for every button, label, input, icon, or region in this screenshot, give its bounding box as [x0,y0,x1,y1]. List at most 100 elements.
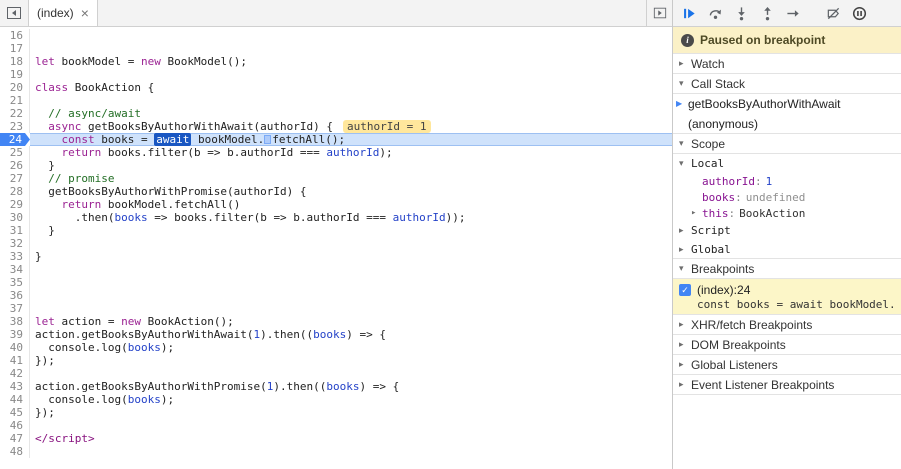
code-line-25[interactable]: 25 return books.filter(b => b.authorId =… [0,146,672,159]
line-number-23[interactable]: 23 [0,120,30,133]
section-watch[interactable]: ▸ Watch [673,53,901,74]
resume-button[interactable] [676,1,702,25]
scope-local-header[interactable]: ▾ Local [673,154,901,173]
line-number-48[interactable]: 48 [0,445,30,458]
section-event-listener-breakpoints[interactable]: ▸ Event Listener Breakpoints [673,374,901,395]
line-number-37[interactable]: 37 [0,302,30,315]
code-line-17[interactable]: 17 [0,42,672,55]
tab-close-icon[interactable]: × [81,6,89,20]
step-button[interactable] [780,1,806,25]
code-line-34[interactable]: 34 [0,263,672,276]
line-number-40[interactable]: 40 [0,341,30,354]
section-scope[interactable]: ▾ Scope [673,133,901,154]
code-line-37[interactable]: 37 [0,302,672,315]
editor-pane: (index) × 161718let bookModel = new Book… [0,0,672,469]
line-number-27[interactable]: 27 [0,172,30,185]
code-line-48[interactable]: 48 [0,445,672,458]
code-line-24[interactable]: 24 const books = await bookModel.fetchAl… [0,133,672,146]
line-number-39[interactable]: 39 [0,328,30,341]
code-line-20[interactable]: 20class BookAction { [0,81,672,94]
line-number-20[interactable]: 20 [0,81,30,94]
line-number-22[interactable]: 22 [0,107,30,120]
section-dom-breakpoints[interactable]: ▸ DOM Breakpoints [673,334,901,355]
breakpoint-location[interactable]: (index):24 [697,283,750,297]
breakpoint-checkbox[interactable]: ✓ [679,284,691,296]
code-line-38[interactable]: 38let action = new BookAction(); [0,315,672,328]
code-line-44[interactable]: 44 console.log(books); [0,393,672,406]
line-number-18[interactable]: 18 [0,55,30,68]
call-stack-frame-current[interactable]: ▶ getBooksByAuthorWithAwait [673,94,901,114]
code-line-41[interactable]: 41}); [0,354,672,367]
line-number-43[interactable]: 43 [0,380,30,393]
code-line-45[interactable]: 45}); [0,406,672,419]
line-number-26[interactable]: 26 [0,159,30,172]
code-line-23[interactable]: 23 async getBooksByAuthorWithAwait(autho… [0,120,672,133]
step-target-marker[interactable] [264,135,271,144]
line-number-30[interactable]: 30 [0,211,30,224]
code-line-35[interactable]: 35 [0,276,672,289]
line-number-41[interactable]: 41 [0,354,30,367]
scope-var-this[interactable]: ▸ this:BookAction [673,205,901,221]
section-global-listeners[interactable]: ▸ Global Listeners [673,354,901,375]
code-area[interactable]: 161718let bookModel = new BookModel();19… [0,27,672,469]
code-line-19[interactable]: 19 [0,68,672,81]
code-line-26[interactable]: 26 } [0,159,672,172]
line-number-25[interactable]: 25 [0,146,30,159]
line-number-45[interactable]: 45 [0,406,30,419]
panel-arrow-icon[interactable] [646,0,672,26]
line-number-34[interactable]: 34 [0,263,30,276]
line-number-19[interactable]: 19 [0,68,30,81]
line-number-35[interactable]: 35 [0,276,30,289]
line-number-29[interactable]: 29 [0,198,30,211]
code-line-28[interactable]: 28 getBooksByAuthorWithPromise(authorId)… [0,185,672,198]
scope-global-header[interactable]: ▸ Global [673,240,901,259]
step-into-button[interactable] [728,1,754,25]
line-number-16[interactable]: 16 [0,29,30,42]
code-line-46[interactable]: 46 [0,419,672,432]
breakpoint-entry[interactable]: ✓ (index):24 const books = await bookMod… [673,279,901,315]
code-line-47[interactable]: 47</script> [0,432,672,445]
code-line-42[interactable]: 42 [0,367,672,380]
step-out-button[interactable] [754,1,780,25]
code-line-27[interactable]: 27 // promise [0,172,672,185]
code-line-39[interactable]: 39action.getBooksByAuthorWithAwait(1).th… [0,328,672,341]
code-line-30[interactable]: 30 .then(books => books.filter(b => b.au… [0,211,672,224]
code-line-32[interactable]: 32 [0,237,672,250]
line-number-21[interactable]: 21 [0,94,30,107]
line-number-44[interactable]: 44 [0,393,30,406]
section-xhr-breakpoints[interactable]: ▸ XHR/fetch Breakpoints [673,314,901,335]
line-number-36[interactable]: 36 [0,289,30,302]
code-line-21[interactable]: 21 [0,94,672,107]
tab-index[interactable]: (index) × [28,0,98,26]
step-over-button[interactable] [702,1,728,25]
line-number-32[interactable]: 32 [0,237,30,250]
line-number-42[interactable]: 42 [0,367,30,380]
code-line-43[interactable]: 43action.getBooksByAuthorWithPromise(1).… [0,380,672,393]
section-call-stack[interactable]: ▾ Call Stack [673,73,901,94]
event-listener-breakpoints-title: Event Listener Breakpoints [691,378,834,392]
line-number-24[interactable]: 24 [0,133,30,146]
call-stack-frame-anonymous[interactable]: (anonymous) [673,114,901,134]
pause-on-exceptions-button[interactable] [846,1,872,25]
line-number-28[interactable]: 28 [0,185,30,198]
line-number-33[interactable]: 33 [0,250,30,263]
code-line-40[interactable]: 40 console.log(books); [0,341,672,354]
line-number-46[interactable]: 46 [0,419,30,432]
section-breakpoints[interactable]: ▾ Breakpoints [673,258,901,279]
scope-script-header[interactable]: ▸ Script [673,221,901,240]
code-line-22[interactable]: 22 // async/await [0,107,672,120]
show-navigator-icon[interactable] [0,0,28,26]
code-line-33[interactable]: 33} [0,250,672,263]
code-line-16[interactable]: 16 [0,29,672,42]
line-number-38[interactable]: 38 [0,315,30,328]
line-number-17[interactable]: 17 [0,42,30,55]
code-line-31[interactable]: 31 } [0,224,672,237]
code-line-36[interactable]: 36 [0,289,672,302]
code-line-18[interactable]: 18let bookModel = new BookModel(); [0,55,672,68]
frame-label: getBooksByAuthorWithAwait [688,97,841,111]
line-number-47[interactable]: 47 [0,432,30,445]
deactivate-breakpoints-button[interactable] [820,1,846,25]
line-number-31[interactable]: 31 [0,224,30,237]
token: // async/await [48,107,141,120]
code-line-29[interactable]: 29 return bookModel.fetchAll() [0,198,672,211]
